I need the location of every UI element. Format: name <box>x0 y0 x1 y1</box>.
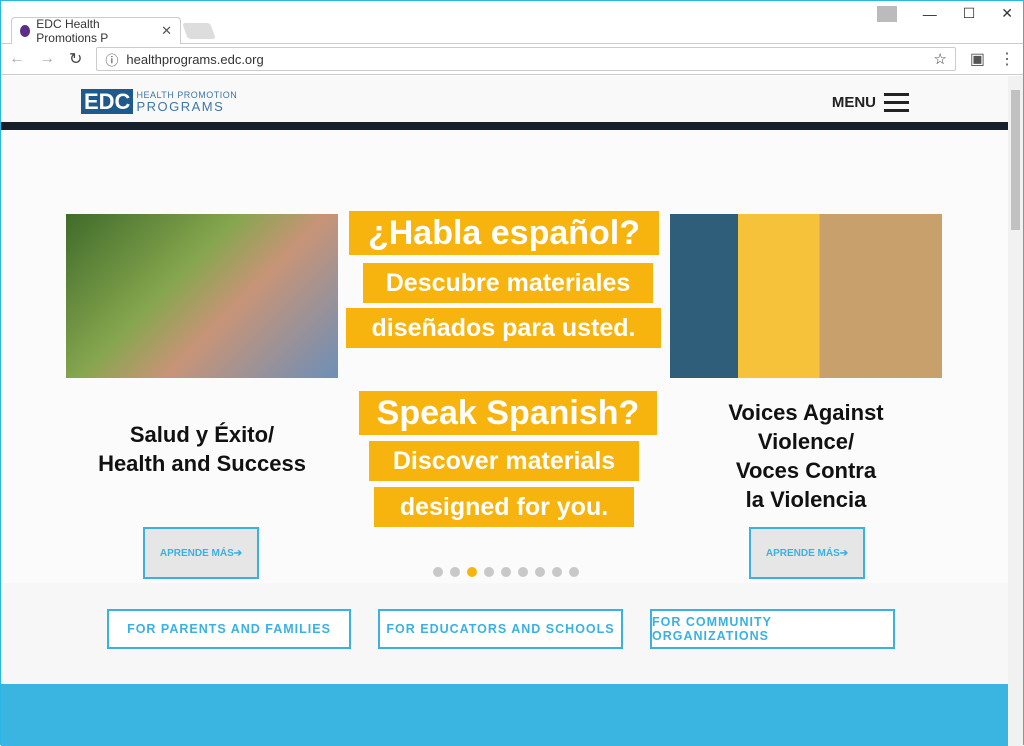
info-icon: ⓘ <box>105 52 119 68</box>
carousel-dot[interactable] <box>535 567 545 577</box>
carousel-dot[interactable] <box>450 567 460 577</box>
carousel-dot[interactable] <box>552 567 562 577</box>
site-header: EDC HEALTH PROMOTION PROGRAMS MENU <box>1 76 1009 122</box>
tab-bar: EDC Health Promotions P ✕ — ☐ ✕ <box>1 1 1023 45</box>
slide-caption-right: Voices Against Violence/ Voces Contra la… <box>670 398 942 514</box>
learn-more-button-left[interactable]: APRENDE MÁS➔ <box>143 527 259 579</box>
carousel: Salud y Éxito/ Health and Success APREND… <box>1 130 1009 583</box>
promo-line: diseñados para usted. <box>346 308 661 348</box>
carousel-dot[interactable] <box>433 567 443 577</box>
carousel-dot[interactable] <box>484 567 494 577</box>
caption-line: Violence/ <box>757 429 855 454</box>
address-bar[interactable]: ⓘ healthprograms.edc.org ☆ <box>96 47 956 71</box>
more-menu-icon[interactable]: ⋮ <box>999 49 1015 69</box>
promo-line: ¿Habla español? <box>349 211 659 255</box>
carousel-dot[interactable] <box>518 567 528 577</box>
carousel-dot[interactable] <box>467 567 477 577</box>
carousel-dot[interactable] <box>501 567 511 577</box>
browser-tab[interactable]: EDC Health Promotions P ✕ <box>11 17 181 45</box>
students-photo[interactable] <box>670 214 942 378</box>
promo-line: Descubre materiales <box>363 263 653 303</box>
caption-line: Health and Success <box>98 451 306 476</box>
favicon-icon <box>20 25 31 37</box>
web-page: EDC HEALTH PROMOTION PROGRAMS MENU Salud … <box>1 76 1009 746</box>
user-icon[interactable] <box>876 5 897 22</box>
url-text: healthprograms.edc.org <box>126 51 264 67</box>
hamburger-icon <box>884 93 909 112</box>
close-window-icon[interactable]: ✕ <box>1001 5 1013 22</box>
caption-line: Voces Contra <box>735 458 877 483</box>
family-photo[interactable] <box>66 214 338 378</box>
learn-more-button-right[interactable]: APRENDE MÁS➔ <box>749 527 865 579</box>
minimize-icon[interactable]: — <box>923 6 937 22</box>
caption-line: Voices Against <box>728 400 884 425</box>
caption-line: Salud y Éxito/ <box>129 422 275 447</box>
logo-line2: PROGRAMS <box>136 98 225 114</box>
carousel-dots <box>433 567 579 577</box>
back-icon[interactable]: ← <box>9 50 25 68</box>
logo-mark: EDC <box>81 89 134 114</box>
menu-button[interactable]: MENU <box>832 93 909 112</box>
carousel-dot[interactable] <box>569 567 579 577</box>
forward-icon[interactable]: → <box>39 50 55 68</box>
blue-section <box>1 684 1009 746</box>
star-icon[interactable]: ☆ <box>933 50 946 68</box>
menu-label: MENU <box>831 94 876 111</box>
header-divider <box>1 122 1009 130</box>
tab-title: EDC Health Promotions P <box>36 17 109 45</box>
scrollbar-thumb[interactable] <box>1011 90 1020 230</box>
parents-families-button[interactable]: FOR PARENTS AND FAMILIES <box>107 609 351 649</box>
community-organizations-button[interactable]: FOR COMMUNITY ORGANIZATIONS <box>650 609 895 649</box>
maximize-icon[interactable]: ☐ <box>963 5 976 22</box>
educators-schools-button[interactable]: FOR EDUCATORS AND SCHOOLS <box>378 609 623 649</box>
toolbar: ← → ↻ ⓘ healthprograms.edc.org ☆ ▣ ⋮ <box>1 43 1023 75</box>
new-tab-button[interactable] <box>182 23 216 39</box>
reload-icon[interactable]: ↻ <box>69 49 82 69</box>
caption-line: la Violencia <box>745 487 867 512</box>
close-tab-icon[interactable]: ✕ <box>161 23 172 39</box>
extension-icon[interactable]: ▣ <box>970 49 985 69</box>
slide-caption-left: Salud y Éxito/ Health and Success <box>66 420 338 478</box>
scrollbar[interactable] <box>1008 76 1023 746</box>
promo-line: designed for you. <box>374 487 634 527</box>
promo-line: Discover materials <box>369 441 639 481</box>
edc-logo[interactable]: EDC HEALTH PROMOTION PROGRAMS <box>81 89 237 114</box>
promo-line: Speak Spanish? <box>359 391 657 435</box>
